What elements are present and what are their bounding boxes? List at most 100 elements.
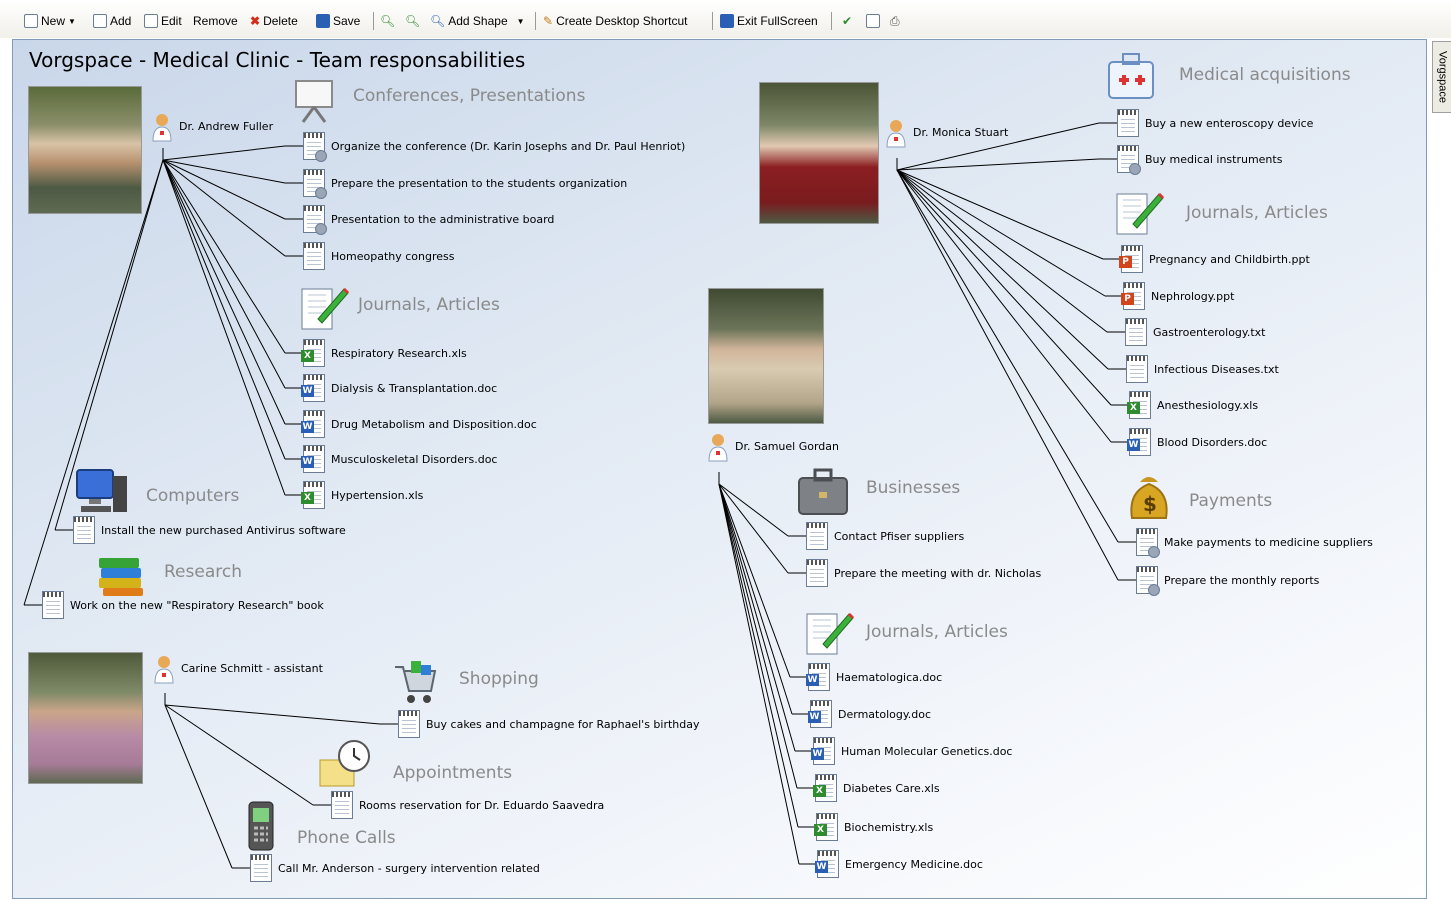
task-item[interactable]: Work on the new "Respiratory Research" b…	[42, 591, 324, 619]
category-label: Journals, Articles	[866, 622, 1008, 642]
notepad-pencil-icon	[1113, 188, 1165, 242]
task-label: Buy cakes and champagne for Raphael's bi…	[426, 717, 700, 731]
task-label: Nephrology.ppt	[1151, 289, 1235, 303]
word-document-icon: W	[808, 700, 832, 728]
task-item[interactable]: Buy medical instruments	[1117, 145, 1282, 175]
task-item[interactable]: Rooms reservation for Dr. Eduardo Saaved…	[331, 791, 604, 819]
task-label: Blood Disorders.doc	[1157, 435, 1268, 449]
photo-carine-schmitt[interactable]	[28, 652, 143, 784]
notepad-icon	[303, 242, 325, 270]
task-item[interactable]: X Hypertension.xls	[301, 481, 424, 509]
connector-line	[718, 483, 793, 715]
task-item[interactable]: Prepare the presentation to the students…	[303, 169, 627, 199]
word-document-icon: W	[301, 445, 325, 473]
task-label: Rooms reservation for Dr. Eduardo Saaved…	[359, 798, 605, 812]
task-item[interactable]: Contact Pfiser suppliers	[806, 522, 964, 550]
category-label: Businesses	[866, 478, 961, 498]
task-label: Emergency Medicine.doc	[845, 857, 983, 871]
task-label: Make payments to medicine suppliers	[1164, 535, 1373, 549]
task-item[interactable]: X Biochemistry.xls	[814, 813, 933, 841]
photo-monica-stuart[interactable]	[759, 82, 879, 224]
appointments-clock-icon	[318, 738, 374, 798]
connector-line	[162, 159, 286, 389]
category-label: Appointments	[393, 763, 513, 783]
notepad-pencil-icon	[298, 283, 350, 337]
doctor-icon	[151, 112, 172, 142]
task-item[interactable]: Organize the conference (Dr. Karin Josep…	[303, 132, 685, 162]
task-label: Homeopathy congress	[331, 249, 455, 263]
task-item[interactable]: X Respiratory Research.xls	[301, 339, 467, 367]
task-item[interactable]: W Dermatology.doc	[808, 700, 931, 728]
word-document-icon: W	[806, 663, 830, 691]
task-item[interactable]: Prepare the monthly reports	[1136, 566, 1320, 596]
task-document-icon	[303, 132, 327, 162]
connector-line	[164, 704, 233, 869]
connector-line	[718, 483, 800, 865]
person-andrew-fuller[interactable]: Dr. Andrew Fuller	[151, 112, 273, 142]
connector-line	[162, 159, 286, 184]
category-label: Medical acquisitions	[1179, 65, 1351, 85]
connector-line	[896, 169, 1106, 297]
person-carine-schmitt[interactable]: Carine Schmitt - assistant	[153, 654, 323, 684]
person-name: Carine Schmitt - assistant	[181, 661, 323, 675]
task-item[interactable]: X Anesthesiology.xls	[1127, 391, 1259, 419]
connector-line	[896, 158, 1100, 171]
task-item[interactable]: W Musculoskeletal Disorders.doc	[301, 445, 498, 473]
excel-document-icon: X	[813, 774, 837, 802]
task-item[interactable]: P Pregnancy and Childbirth.ppt	[1119, 245, 1310, 273]
excel-document-icon: X	[301, 339, 325, 367]
task-label: Prepare the monthly reports	[1164, 573, 1320, 587]
category-label: Journals, Articles	[358, 295, 500, 315]
doctor-icon	[885, 118, 906, 148]
task-label: Hypertension.xls	[331, 488, 424, 502]
svg-text:$: $	[1143, 492, 1157, 516]
category-label: Journals, Articles	[1186, 203, 1328, 223]
task-item[interactable]: W Blood Disorders.doc	[1127, 428, 1268, 456]
task-label: Anesthesiology.xls	[1157, 398, 1259, 412]
task-item[interactable]: W Human Molecular Genetics.doc	[811, 737, 1012, 765]
notepad-icon	[250, 854, 272, 882]
connector-line	[162, 159, 286, 257]
task-item[interactable]: Homeopathy congress	[303, 242, 454, 270]
connector-line	[164, 704, 314, 806]
task-label: Call Mr. Anderson - surgery intervention…	[278, 861, 540, 875]
task-label: Musculoskeletal Disorders.doc	[331, 452, 498, 466]
task-item[interactable]: Gastroenterology.txt	[1125, 318, 1266, 346]
doctor-icon	[153, 654, 174, 684]
task-item[interactable]: Call Mr. Anderson - surgery intervention…	[250, 854, 540, 882]
connector-line	[718, 483, 796, 752]
task-item[interactable]: X Diabetes Care.xls	[813, 774, 940, 802]
photo-samuel-gordan[interactable]	[708, 288, 824, 424]
person-name: Dr. Monica Stuart	[913, 125, 1009, 139]
task-label: Work on the new "Respiratory Research" b…	[70, 598, 324, 612]
task-label: Install the new purchased Antivirus soft…	[101, 523, 346, 537]
task-item[interactable]: Make payments to medicine suppliers	[1136, 528, 1373, 558]
presentation-board-icon	[293, 78, 337, 128]
task-item[interactable]: P Nephrology.ppt	[1121, 282, 1235, 310]
person-samuel-gordan[interactable]: Dr. Samuel Gordan	[707, 432, 839, 462]
task-item[interactable]: Presentation to the administrative board	[303, 205, 554, 235]
task-document-icon	[1136, 566, 1160, 596]
task-item[interactable]: W Drug Metabolism and Disposition.doc	[301, 410, 537, 438]
task-label: Buy a new enteroscopy device	[1145, 116, 1314, 130]
category-label: Payments	[1189, 491, 1273, 511]
task-item[interactable]: Install the new purchased Antivirus soft…	[73, 516, 346, 544]
task-item[interactable]: Prepare the meeting with dr. Nicholas	[806, 559, 1041, 587]
task-item[interactable]: W Emergency Medicine.doc	[815, 850, 983, 878]
notepad-icon	[806, 522, 828, 550]
task-item[interactable]: W Dialysis & Transplantation.doc	[301, 374, 497, 402]
task-label: Diabetes Care.xls	[843, 781, 940, 795]
notepad-icon	[398, 710, 420, 738]
task-item[interactable]: W Haematologica.doc	[806, 663, 942, 691]
mobile-phone-icon	[245, 800, 277, 858]
excel-document-icon: X	[301, 481, 325, 509]
task-label: Pregnancy and Childbirth.ppt	[1149, 252, 1310, 266]
task-item[interactable]: Buy a new enteroscopy device	[1117, 109, 1313, 137]
task-document-icon	[303, 205, 327, 235]
notepad-icon	[1117, 109, 1139, 137]
photo-andrew-fuller[interactable]	[28, 86, 142, 214]
word-document-icon: W	[301, 374, 325, 402]
task-item[interactable]: Buy cakes and champagne for Raphael's bi…	[398, 710, 700, 738]
task-item[interactable]: Infectious Diseases.txt	[1126, 355, 1279, 383]
person-monica-stuart[interactable]: Dr. Monica Stuart	[885, 118, 1009, 148]
